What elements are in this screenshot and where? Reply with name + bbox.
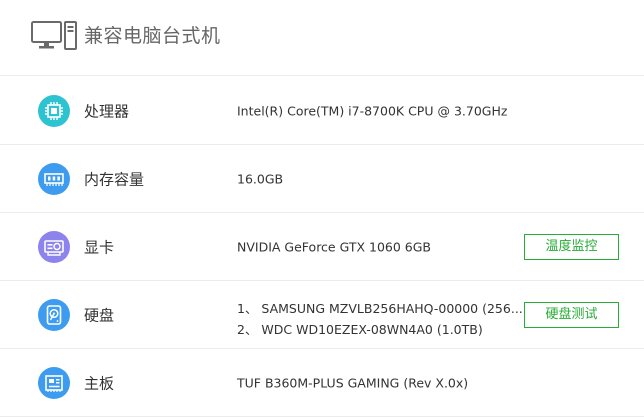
hard-disk-icon: [38, 298, 70, 331]
hard-disk-label: 硬盘: [84, 306, 115, 324]
page-header: 兼容电脑台式机: [0, 0, 644, 76]
motherboard-label: 主板: [84, 374, 115, 392]
row-memory: 内存容量 16.0GB: [0, 145, 644, 213]
row-cpu: 处理器 Intel(R) Core(TM) i7-8700K CPU @ 3.7…: [0, 77, 644, 145]
cpu-label: 处理器: [84, 102, 130, 120]
graphics-card-value: NVIDIA GeForce GTX 1060 6GB: [237, 239, 432, 254]
memory-icon: [38, 162, 70, 195]
hard-disk-value-2: 2、 WDC WD10EZEX-08WN4A0 (1.0TB): [237, 322, 483, 337]
hard-disk-value-1: 1、 SAMSUNG MZVLB256HAHQ-00000 (256...: [237, 301, 523, 316]
memory-value: 16.0GB: [237, 171, 284, 186]
cpu-value: Intel(R) Core(TM) i7-8700K CPU @ 3.70GHz: [237, 103, 508, 118]
cpu-chip-icon: [38, 94, 70, 127]
memory-label: 内存容量: [84, 170, 145, 188]
row-hard-disk: 硬盘 1、 SAMSUNG MZVLB256HAHQ-00000 (256...…: [0, 281, 644, 349]
row-motherboard: 主板 TUF B360M-PLUS GAMING (Rev X.0x): [0, 349, 644, 417]
graphics-card-label: 显卡: [84, 238, 115, 256]
motherboard-value: TUF B360M-PLUS GAMING (Rev X.0x): [237, 375, 469, 390]
page-title: 兼容电脑台式机: [84, 25, 221, 47]
motherboard-icon: [38, 366, 70, 399]
disk-test-button[interactable]: 硬盘测试: [524, 301, 619, 328]
row-graphics-card: 显卡 NVIDIA GeForce GTX 1060 6GB 温度监控: [0, 213, 644, 281]
temperature-monitor-button[interactable]: 温度监控: [524, 233, 619, 260]
graphics-card-icon: [38, 230, 70, 263]
desktop-computer-icon: [31, 21, 77, 50]
